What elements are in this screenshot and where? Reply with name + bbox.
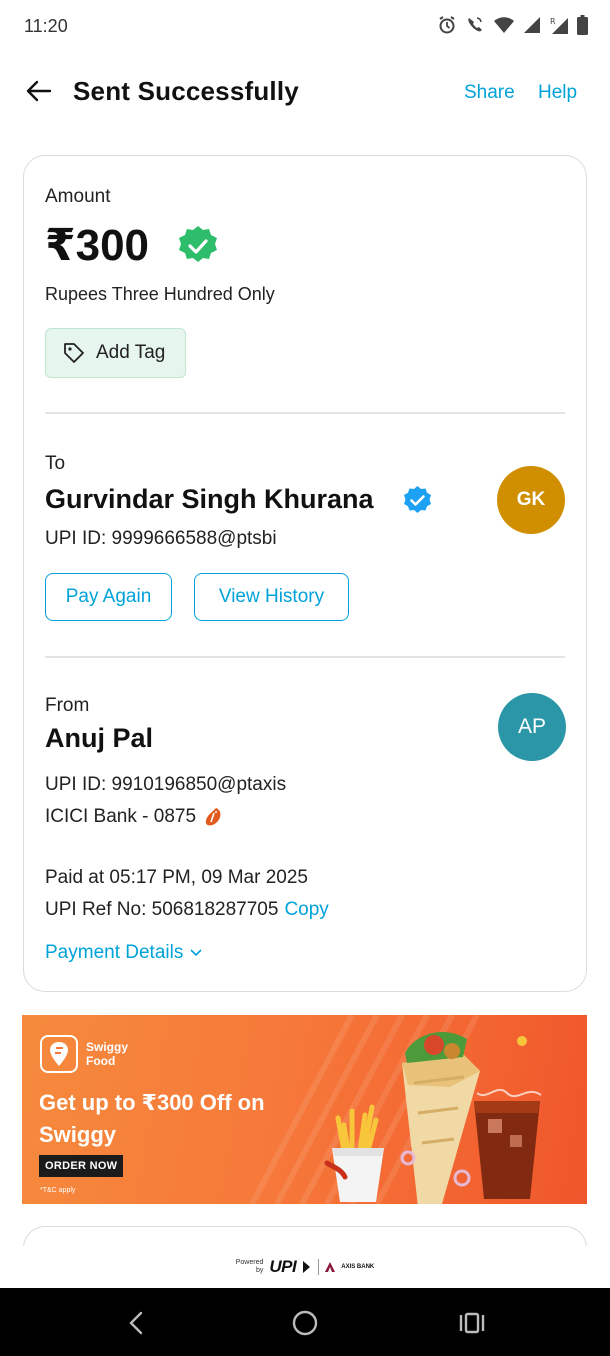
svg-text:R: R	[550, 17, 556, 26]
tnc-note: *T&C apply	[40, 1187, 76, 1194]
page-title: Sent Successfully	[73, 76, 299, 106]
swiggy-logo-icon	[40, 1035, 78, 1073]
transaction-card: Amount ₹300 Rupees Three Hundred Only Ad…	[23, 155, 587, 992]
swiggy-brand-line2: Food	[86, 1054, 116, 1068]
swiggy-promo-banner[interactable]: Swiggy Food Get up to ₹300 Off on Swiggy…	[22, 1015, 587, 1204]
axis-bank-text: AXIS BANK	[341, 1264, 375, 1270]
status-icons: R	[437, 15, 588, 35]
copy-ref-button[interactable]: Copy	[284, 899, 328, 920]
payment-details-label: Payment Details	[45, 942, 184, 963]
powered-by-line1: Powered	[235, 1259, 264, 1266]
icici-bank-logo-icon	[205, 808, 221, 826]
payee-name: Gurvindar Singh Khurana	[45, 484, 374, 514]
status-time: 11:20	[24, 16, 68, 36]
wifi-icon	[494, 17, 514, 33]
powered-by-line2: by	[255, 1267, 264, 1274]
signal-roaming-icon: R	[550, 17, 568, 34]
payer-bank: ICICI Bank - 0875	[45, 806, 197, 827]
cola-glass-icon	[474, 1088, 542, 1199]
add-tag-label: Add Tag	[96, 342, 166, 363]
powered-by-strip: Powered by UPI AXIS BANK	[0, 1246, 610, 1288]
upi-ref-number: UPI Ref No: 506818287705	[45, 899, 279, 920]
paid-at-timestamp: Paid at 05:17 PM, 09 Mar 2025	[45, 867, 308, 888]
recent-apps-icon	[459, 1312, 485, 1334]
home-circle-icon	[292, 1310, 318, 1336]
amount-in-words: Rupees Three Hundred Only	[45, 284, 275, 304]
chevron-down-icon	[190, 949, 202, 957]
fries-icon	[332, 1104, 384, 1202]
success-check-icon	[179, 226, 217, 262]
amount-label: Amount	[45, 186, 111, 207]
onion-icon	[453, 1169, 471, 1187]
view-history-button[interactable]: View History	[194, 573, 349, 621]
payer-avatar: AP	[498, 693, 566, 761]
banner-headline: Get up to ₹300 Off on Swiggy	[39, 1090, 265, 1147]
divider	[45, 656, 565, 658]
add-tag-button[interactable]: Add Tag	[45, 328, 186, 378]
payer-name: Anuj Pal	[45, 723, 154, 753]
tag-icon	[64, 343, 84, 363]
help-link[interactable]: Help	[538, 82, 577, 104]
upi-logo: UPI	[269, 1257, 297, 1276]
payee-upi-id: UPI ID: 9999666588@ptsbi	[45, 528, 277, 549]
signal-icon	[524, 17, 540, 33]
wifi-calling-icon	[468, 17, 482, 32]
alarm-icon	[439, 16, 455, 34]
upi-arrow-icon	[303, 1261, 311, 1273]
nav-home-button[interactable]	[290, 1308, 320, 1338]
order-now-button[interactable]: ORDER NOW	[39, 1155, 124, 1177]
amount-value: ₹300	[45, 221, 150, 270]
axis-bank-logo-icon	[325, 1262, 336, 1272]
pay-again-button[interactable]: Pay Again	[45, 573, 172, 621]
nav-recents-button[interactable]	[457, 1308, 487, 1338]
payer-bank-row: ICICI Bank - 0875	[45, 806, 224, 828]
back-button[interactable]	[24, 76, 54, 106]
chevron-left-icon	[129, 1311, 143, 1335]
powered-by-text: Powered by	[236, 1259, 264, 1275]
food-illustration	[324, 1031, 542, 1204]
footer-separator	[318, 1259, 320, 1275]
android-nav-bar	[0, 1288, 610, 1356]
to-label: To	[45, 453, 66, 474]
header: Sent Successfully Share Help	[0, 62, 610, 122]
swiggy-brand-line1: Swiggy	[86, 1040, 129, 1054]
arrow-left-icon	[26, 80, 52, 102]
battery-icon	[577, 15, 588, 35]
verified-icon	[404, 486, 431, 513]
payment-details-toggle[interactable]: Payment Details	[45, 942, 203, 964]
share-link[interactable]: Share	[464, 82, 515, 104]
swiggy-brand: Swiggy Food	[86, 1040, 128, 1068]
from-label: From	[45, 695, 90, 716]
status-bar: 11:20 R	[0, 0, 610, 52]
nav-back-button[interactable]	[122, 1308, 152, 1338]
upi-ref-row: UPI Ref No: 506818287705 Copy	[45, 899, 329, 921]
payee-avatar: GK	[497, 466, 565, 534]
payer-upi-id: UPI ID: 9910196850@ptaxis	[45, 774, 287, 795]
divider	[45, 412, 565, 414]
